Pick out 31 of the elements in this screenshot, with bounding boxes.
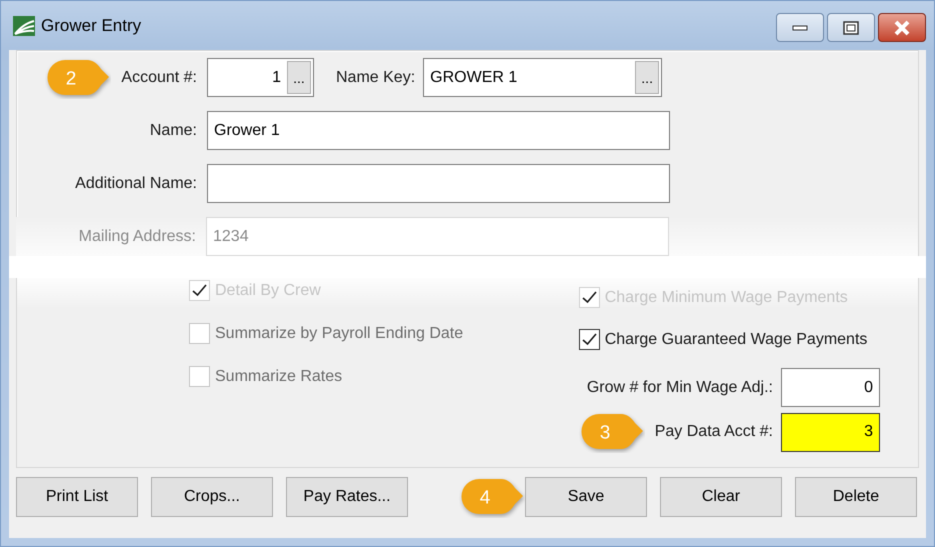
maximize-button[interactable] — [827, 13, 875, 42]
action-button[interactable]: Save — [525, 476, 647, 516]
action-button[interactable]: Clear — [660, 476, 782, 516]
window-title: Grower Entry — [41, 14, 142, 37]
option-label: Charge Guaranteed Wage Payments — [604, 330, 868, 350]
lookup-button[interactable]: ... — [635, 61, 660, 94]
grow-min-wage-label: Grow # for Min Wage Adj.: — [586, 378, 773, 398]
action-button[interactable]: Crops... — [151, 476, 273, 516]
lookup-button[interactable]: ... — [287, 61, 311, 94]
account-label: Account #: — [121, 68, 197, 88]
pay-data-acct-field[interactable]: 3 — [781, 412, 880, 452]
close-button[interactable] — [878, 13, 926, 42]
name-label: Name: — [150, 120, 197, 140]
additional-name-label: Additional Name: — [75, 174, 197, 194]
action-button[interactable]: Pay Rates... — [286, 476, 408, 516]
option-label: Summarize by Payroll Ending Date — [215, 324, 464, 344]
pay-data-acct-label: Pay Data Acct #: — [654, 422, 773, 442]
maximize-icon — [843, 20, 859, 34]
minimize-button[interactable] — [776, 13, 824, 42]
minimize-icon — [792, 24, 808, 30]
action-button[interactable]: Print List — [16, 476, 138, 516]
app-logo-icon — [13, 16, 35, 36]
action-button[interactable]: Delete — [795, 476, 917, 516]
option-label: Summarize Rates — [215, 366, 342, 386]
grow-min-wage-field[interactable]: 0 — [781, 368, 880, 407]
additional-name-field[interactable] — [207, 164, 670, 203]
name-key-label: Name Key: — [336, 68, 416, 88]
checkbox[interactable] — [578, 329, 600, 350]
name-field[interactable]: Grower 1 — [207, 111, 670, 150]
mailing-address-label: Mailing Address: — [78, 226, 196, 246]
close-icon — [893, 20, 911, 36]
